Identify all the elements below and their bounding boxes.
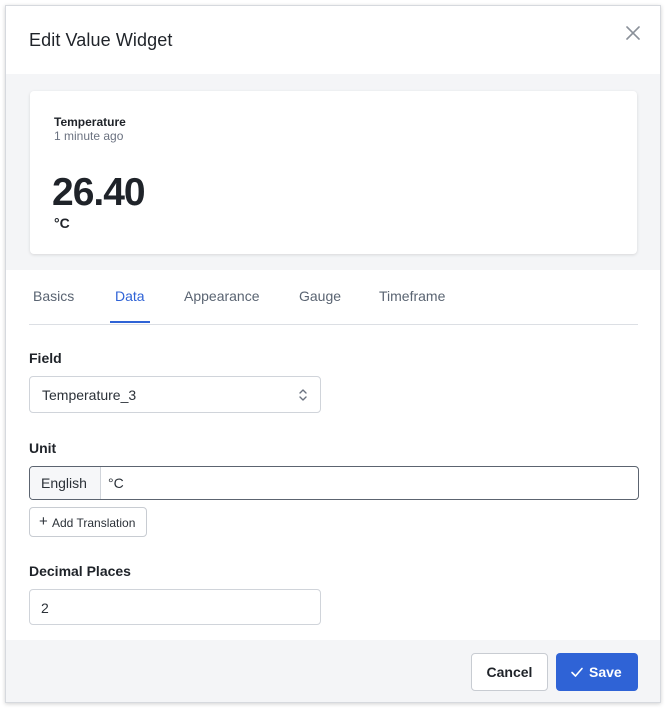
close-icon[interactable] (624, 24, 642, 42)
tab-timeframe[interactable]: Timeframe (379, 288, 445, 321)
decimal-places-label: Decimal Places (29, 563, 131, 579)
dialog-title: Edit Value Widget (29, 30, 173, 50)
unit-language-tag: English (30, 467, 101, 499)
decimal-places-value: 2 (41, 600, 49, 616)
tab-gauge[interactable]: Gauge (299, 288, 341, 321)
tab-data[interactable]: Data (110, 288, 150, 323)
save-button[interactable]: Save (556, 653, 638, 691)
plus-icon: + (39, 513, 48, 530)
save-label: Save (589, 664, 622, 680)
unit-input[interactable]: °C (108, 475, 124, 491)
tab-basics[interactable]: Basics (33, 288, 74, 321)
chevron-up-down-icon (298, 387, 308, 403)
unit-input-group: English °C (29, 466, 639, 500)
edit-widget-dialog: Edit Value Widget Temperature 1 minute a… (5, 5, 661, 703)
field-select[interactable]: Temperature_3 (29, 376, 321, 413)
unit-label: Unit (29, 440, 57, 456)
widget-preview-card: Temperature 1 minute ago 26.40 °C (30, 91, 637, 254)
cancel-button[interactable]: Cancel (471, 653, 548, 691)
add-translation-label: Add Translation (52, 516, 136, 530)
widget-title: Temperature (54, 115, 126, 129)
dialog-footer: Cancel Save (6, 640, 660, 702)
widget-preview-area: Temperature 1 minute ago 26.40 °C (6, 74, 660, 270)
check-icon (570, 665, 584, 679)
field-label: Field (29, 350, 62, 366)
tab-bar: Basics Data Appearance Gauge Timeframe (29, 270, 638, 325)
decimal-places-input[interactable]: 2 (29, 589, 321, 625)
add-translation-button[interactable]: + Add Translation (29, 507, 147, 537)
widget-timestamp: 1 minute ago (54, 129, 124, 143)
widget-unit: °C (54, 215, 70, 231)
dialog-header: Edit Value Widget (6, 6, 660, 74)
field-select-value: Temperature_3 (42, 387, 137, 403)
tab-appearance[interactable]: Appearance (184, 288, 260, 321)
widget-value: 26.40 (52, 171, 146, 214)
